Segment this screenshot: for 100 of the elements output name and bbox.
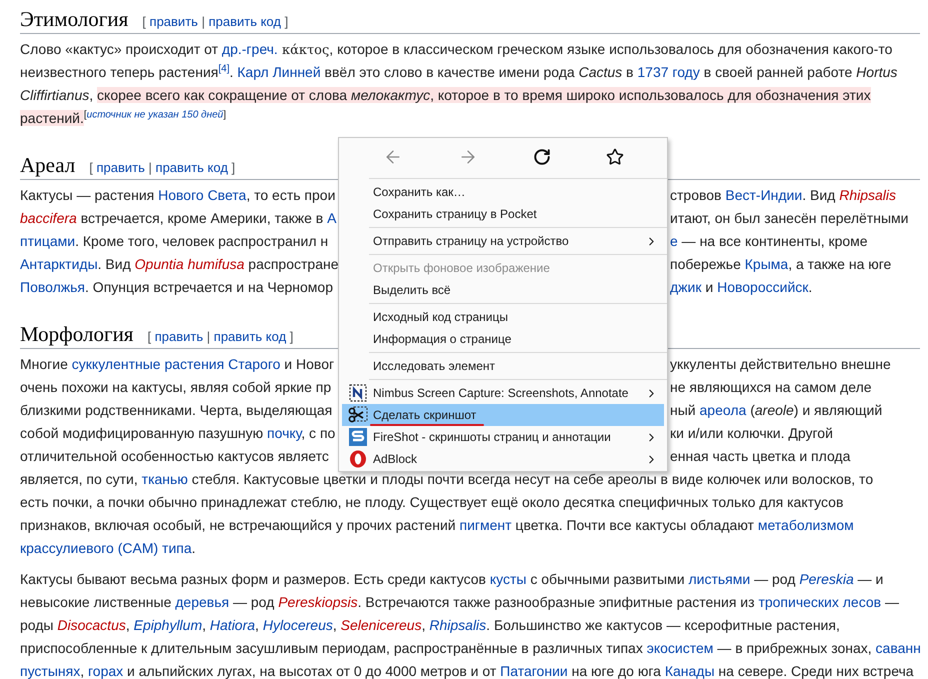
edit-links: [ править | править код ] bbox=[89, 159, 236, 177]
link[interactable]: Hylocereus bbox=[262, 617, 333, 633]
link[interactable]: е bbox=[670, 233, 678, 249]
link[interactable]: тропических лесов bbox=[758, 594, 882, 610]
link[interactable]: пигмент bbox=[459, 517, 512, 533]
link[interactable]: Патагонии bbox=[500, 663, 568, 679]
link[interactable]: А bbox=[327, 210, 336, 226]
link[interactable]: Pereskiopsis bbox=[278, 594, 358, 610]
article-text: ный ареола (areole) и являющий bbox=[670, 402, 882, 418]
section-heading: Ареал bbox=[20, 152, 76, 179]
article-text: пустынях, горах и альпийских лугах, на высотах от 0 до 4000 метров и от Патагонии на юге до юга Канады на севере. Среди них встреча bbox=[20, 663, 914, 679]
menu-item[interactable]: Исходный код страницы bbox=[342, 306, 664, 328]
article-text: джик и Новороссийск. bbox=[670, 279, 812, 295]
link[interactable]: метаболизмом bbox=[758, 517, 854, 533]
menu-item[interactable]: Отправить страницу на устройство bbox=[342, 230, 664, 252]
menu-item[interactable]: Nimbus Screen Capture: Screenshots, Annotate bbox=[342, 382, 664, 404]
section-heading: Морфология bbox=[20, 321, 134, 348]
link[interactable]: листьями bbox=[688, 571, 750, 587]
link[interactable]: Поволжья bbox=[20, 279, 86, 295]
article-text: невысокие лиственные деревья — род Pereskiopsis. Встречаются также разнообразные эпифитные растения из тропических лесов — bbox=[20, 594, 899, 610]
article-text: енная часть цветка и плода bbox=[670, 448, 850, 464]
edit-link[interactable]: править bbox=[150, 14, 198, 29]
menu-item[interactable]: Информация о странице bbox=[342, 328, 664, 350]
link[interactable]: Карл Линней bbox=[237, 64, 321, 80]
edit-links: [ править | править код ] bbox=[142, 13, 288, 31]
menu-item[interactable]: Сохранить страницу в Pocket bbox=[342, 203, 664, 225]
link[interactable]: Антарктиды bbox=[20, 256, 98, 272]
article-text: роды Disocactus, Epiphyllum, Hatiora, Hylocereus, Selenicereus, Rhipsalis. Большинство же кактусов — ксерофитные растения, bbox=[20, 617, 840, 633]
framed-letter-icon bbox=[348, 384, 366, 402]
link[interactable]: крассулиевого (CAM) типа bbox=[20, 540, 192, 556]
link[interactable]: Epiphyllum bbox=[134, 617, 202, 633]
edit-link[interactable]: править код bbox=[214, 329, 286, 344]
article-text: неизвестного теперь растения$^{[4]}$. Карл Линней ввёл это слово в качестве имени рода Cactus в 1737 году в своей ранней работе Hortus bbox=[20, 64, 898, 80]
article-text: уккуленты действительно внешне bbox=[670, 356, 891, 372]
link[interactable]: пустынях bbox=[20, 663, 80, 679]
link[interactable]: Вест-Индии bbox=[725, 187, 802, 203]
edit-links: [ править | править код ] bbox=[147, 328, 294, 346]
link[interactable]: почку bbox=[267, 425, 302, 441]
link[interactable]: Канады bbox=[664, 663, 715, 679]
article-text: признаков, включая особый, не встречающийся у прочих растений пигмент цветка. Почти все кактусы обладают метаболизмом bbox=[20, 517, 854, 533]
article-text: Кактусы — растения Нового Света, то есть прои bbox=[20, 187, 336, 203]
article-text: есть почки, а почки обычно принадлежат стеблю, не плоду. Существует ещё около десятка специфичных только для кактусов bbox=[20, 494, 844, 510]
link[interactable]: деревья bbox=[175, 594, 230, 610]
link[interactable]: др.-греч. bbox=[222, 41, 278, 57]
edit-link[interactable]: править код bbox=[208, 14, 281, 29]
ring-logo-icon bbox=[348, 450, 366, 468]
menu-item[interactable]: Сохранить как… bbox=[342, 181, 664, 203]
link[interactable]: суккулентные растения Старого bbox=[72, 356, 280, 372]
link[interactable]: Нового Света bbox=[158, 187, 246, 203]
article-text: отличительной особенностью кактусов являетс bbox=[20, 448, 329, 464]
article-text: очень похожи на кактусы, являя собой яркие пр bbox=[20, 379, 332, 395]
link[interactable]: птицами bbox=[20, 233, 76, 249]
link[interactable]: Новороссийск bbox=[717, 279, 808, 295]
article-text: baccifera встречается, кроме Америки, также в А bbox=[20, 210, 336, 226]
link[interactable]: Opuntia humifusa bbox=[134, 256, 244, 272]
article-text: собой модифицированную пазушную почку, с по bbox=[20, 425, 336, 441]
article-text: Антарктиды. Вид Opuntia humifusa распростране bbox=[20, 256, 339, 272]
link[interactable]: тканью bbox=[142, 471, 188, 487]
menu-item[interactable]: Выделить всё bbox=[342, 279, 664, 301]
menu-item[interactable]: Исследовать элемент bbox=[342, 355, 664, 377]
menu-item[interactable]: AdBlock bbox=[342, 448, 664, 470]
menu-item[interactable]: Сделать скриншот bbox=[342, 404, 664, 426]
link[interactable]: Selenicereus bbox=[340, 617, 422, 633]
edit-link[interactable]: править код bbox=[156, 160, 228, 175]
article-text: е — на все континенты, кроме bbox=[670, 233, 868, 249]
link[interactable]: [4] bbox=[218, 63, 230, 74]
article-text: Многие суккулентные растения Старого и Новог bbox=[20, 356, 334, 372]
link[interactable]: саванн bbox=[876, 640, 921, 656]
link[interactable]: ареола bbox=[700, 402, 746, 418]
link[interactable]: baccifera bbox=[20, 210, 77, 226]
article-text: ки и/или колючки. Другой bbox=[670, 425, 833, 441]
article-text: крассулиевого (CAM) типа. bbox=[20, 540, 196, 556]
edit-link[interactable]: править bbox=[96, 160, 145, 175]
article-text: Cliffirtianus, скорее всего как сокращение от слова мелокактус, которое в то время широко использовалось для обозначения этих bbox=[20, 87, 871, 103]
article-text: Кактусы бывают весьма разных форм и размеров. Есть среди кактусов кусты с обычными развитыми листьями — род Pereskia — и bbox=[20, 571, 884, 587]
star-icon bbox=[606, 148, 624, 166]
article-text: является, по сути, тканью стебля. Кактусовые цветки и плоды почти всегда несут на себе ареолы в виде колючек или волосков, то bbox=[20, 471, 874, 487]
link[interactable]: Rhipsalis bbox=[839, 187, 896, 203]
article-text: стровов Вест-Индии. Вид Rhipsalis bbox=[670, 187, 896, 203]
link[interactable]: джик bbox=[670, 279, 702, 295]
link[interactable]: экосистем bbox=[646, 640, 714, 656]
article-text: птицами. Кроме того, человек распространил н bbox=[20, 233, 328, 249]
article-text: не являющихся на самом деле bbox=[670, 379, 872, 395]
link[interactable]: 1737 году bbox=[637, 64, 700, 80]
menu-item[interactable]: FireShot - скриншоты страниц и аннотации bbox=[342, 426, 664, 448]
edit-link[interactable]: править bbox=[154, 329, 204, 344]
link[interactable]: Hatiora bbox=[210, 617, 256, 633]
article-text: Слово «кактус» происходит от др.-греч. κάκτος, которое в классическом греческом языке использовалось для обозначения какого-то bbox=[20, 41, 892, 57]
link[interactable]: Rhipsalis bbox=[429, 617, 486, 633]
article-text: Поволжья. Опунция встречается и на Черномор bbox=[20, 279, 333, 295]
scissors-icon bbox=[348, 406, 368, 424]
link[interactable]: горах bbox=[88, 663, 124, 679]
link[interactable]: Disocactus bbox=[57, 617, 126, 633]
square-logo-icon bbox=[348, 428, 366, 446]
article-text: итают, он был занесён перелётными bbox=[670, 210, 908, 226]
article-text: близкими родственниками. Черта, выделяющая bbox=[20, 402, 332, 418]
link[interactable]: кусты bbox=[490, 571, 526, 587]
link[interactable]: Крыма bbox=[744, 256, 788, 272]
link[interactable]: источник не указан 150 дней bbox=[86, 109, 224, 120]
link[interactable]: Pereskia bbox=[799, 571, 854, 587]
